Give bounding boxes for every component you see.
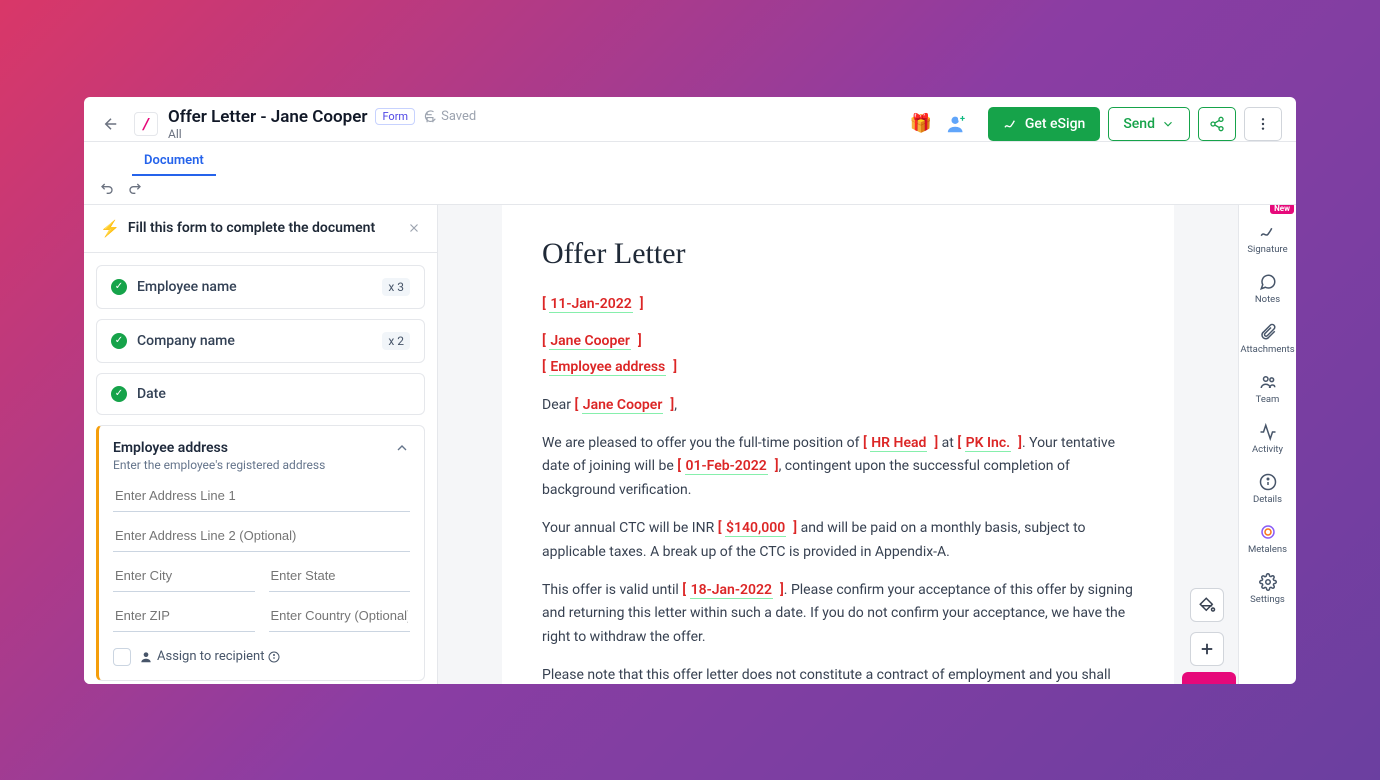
team-icon (1259, 373, 1277, 391)
placeholder-valid-until[interactable]: [ 18-Jan-2022 ] (682, 582, 784, 599)
doc-paragraph: Please note that this offer letter does … (542, 664, 1134, 683)
tab-document[interactable]: Document (132, 147, 216, 176)
toolbar (84, 172, 1296, 205)
person-icon (139, 650, 153, 664)
check-icon: ✓ (111, 386, 127, 402)
chevron-up-icon[interactable] (394, 440, 410, 456)
city-input[interactable] (113, 560, 255, 592)
close-sidebar-button[interactable] (407, 221, 421, 235)
plus-icon (1198, 640, 1216, 658)
field-date[interactable]: ✓ Date (96, 373, 425, 415)
rail-activity[interactable]: Activity (1239, 415, 1296, 463)
address-line1-input[interactable] (113, 480, 410, 512)
new-badge: New (1270, 205, 1294, 214)
country-input[interactable] (269, 600, 411, 632)
field-count: x 2 (382, 332, 410, 350)
field-label: Company name (137, 333, 372, 349)
rail-metalens[interactable]: Metalens (1239, 515, 1296, 563)
document-heading: Offer Letter (542, 237, 1134, 271)
share-button[interactable] (1198, 107, 1236, 141)
field-label: Employee name (137, 279, 372, 295)
paint-bucket-button[interactable] (1190, 588, 1224, 622)
get-esign-label: Get eSign (1025, 116, 1085, 132)
breadcrumb[interactable]: All (168, 127, 476, 141)
header: / Offer Letter - Jane Cooper Form Saved … (84, 97, 1296, 142)
paint-bucket-icon (1198, 596, 1216, 614)
expanded-field-title: Employee address (113, 440, 325, 456)
app-logo: / (134, 112, 158, 136)
field-employee-name[interactable]: ✓ Employee name x 3 (96, 265, 425, 309)
document-page: Offer Letter [ 11-Jan-2022 ] [ Jane Coop… (502, 205, 1174, 684)
more-menu-button[interactable] (1244, 107, 1282, 141)
saved-text: Saved (441, 109, 476, 124)
field-count: x 3 (382, 278, 410, 296)
lightning-icon: ⚡ (100, 219, 120, 238)
signature-icon (1259, 223, 1277, 241)
metalens-icon (1259, 523, 1277, 541)
placeholder-ctc[interactable]: [ $140,000 ] (718, 520, 797, 537)
placeholder-company[interactable]: [ PK Inc. ] (957, 435, 1022, 452)
field-label: Date (137, 386, 410, 402)
zip-input[interactable] (113, 600, 255, 632)
expanded-field-subtitle: Enter the employee's registered address (113, 458, 325, 472)
placeholder-greeting-name[interactable]: [ Jane Cooper ] (574, 397, 674, 414)
check-icon: ✓ (111, 333, 127, 349)
rail-notes[interactable]: Notes (1239, 265, 1296, 313)
send-label: Send (1123, 116, 1155, 132)
gear-icon (1259, 573, 1277, 591)
placeholder-role[interactable]: [ HR Head ] (863, 435, 938, 452)
assign-checkbox[interactable] (113, 648, 131, 666)
form-badge: Form (375, 108, 415, 125)
rail-settings[interactable]: Settings (1239, 565, 1296, 613)
rail-details[interactable]: Details (1239, 465, 1296, 513)
activity-icon (1259, 423, 1277, 441)
tabs: Document (84, 147, 216, 176)
add-collaborator-icon[interactable]: + (946, 113, 968, 135)
paperclip-icon (1259, 323, 1277, 341)
field-employee-address: Employee address Enter the employee's re… (96, 425, 425, 681)
check-icon: ✓ (111, 279, 127, 295)
add-button[interactable] (1190, 632, 1224, 666)
floating-tools (1190, 588, 1224, 666)
form-sidebar: ⚡ Fill this form to complete the documen… (84, 205, 438, 684)
state-input[interactable] (269, 560, 411, 592)
help-fab[interactable] (1182, 672, 1236, 684)
address-line2-input[interactable] (113, 520, 410, 552)
placeholder-date[interactable]: [ 11-Jan-2022 ] (542, 296, 644, 313)
rail-signature[interactable]: Signature (1239, 215, 1296, 263)
rail-team[interactable]: Team (1239, 365, 1296, 413)
more-vertical-icon (1255, 116, 1271, 132)
right-rail: New Signature Notes Attachments Team Act… (1238, 205, 1296, 684)
rail-attachments[interactable]: Attachments (1239, 315, 1296, 363)
form-banner-text: Fill this form to complete the document (128, 220, 399, 236)
placeholder-address[interactable]: [ Employee address ] (542, 359, 677, 376)
svg-text:+: + (960, 114, 965, 124)
gift-icon[interactable]: 🎁 (909, 113, 931, 134)
placeholder-join-date[interactable]: [ 01-Feb-2022 ] (677, 458, 778, 475)
info-icon (1259, 473, 1277, 491)
document-title: Offer Letter - Jane Cooper (168, 107, 367, 127)
redo-button[interactable] (126, 180, 142, 196)
back-button[interactable] (98, 111, 124, 137)
undo-button[interactable] (100, 180, 116, 196)
document-preview[interactable]: Offer Letter [ 11-Jan-2022 ] [ Jane Coop… (438, 205, 1238, 684)
saved-status: Saved (423, 109, 476, 124)
assign-label: Assign to recipient (139, 649, 280, 664)
notes-icon (1259, 273, 1277, 291)
info-icon (268, 651, 280, 663)
field-company-name[interactable]: ✓ Company name x 2 (96, 319, 425, 363)
chevron-down-icon (1161, 117, 1175, 131)
send-button[interactable]: Send (1108, 107, 1190, 141)
share-icon (1209, 116, 1225, 132)
get-esign-button[interactable]: Get eSign (988, 107, 1100, 141)
placeholder-name[interactable]: [ Jane Cooper ] (542, 333, 642, 350)
